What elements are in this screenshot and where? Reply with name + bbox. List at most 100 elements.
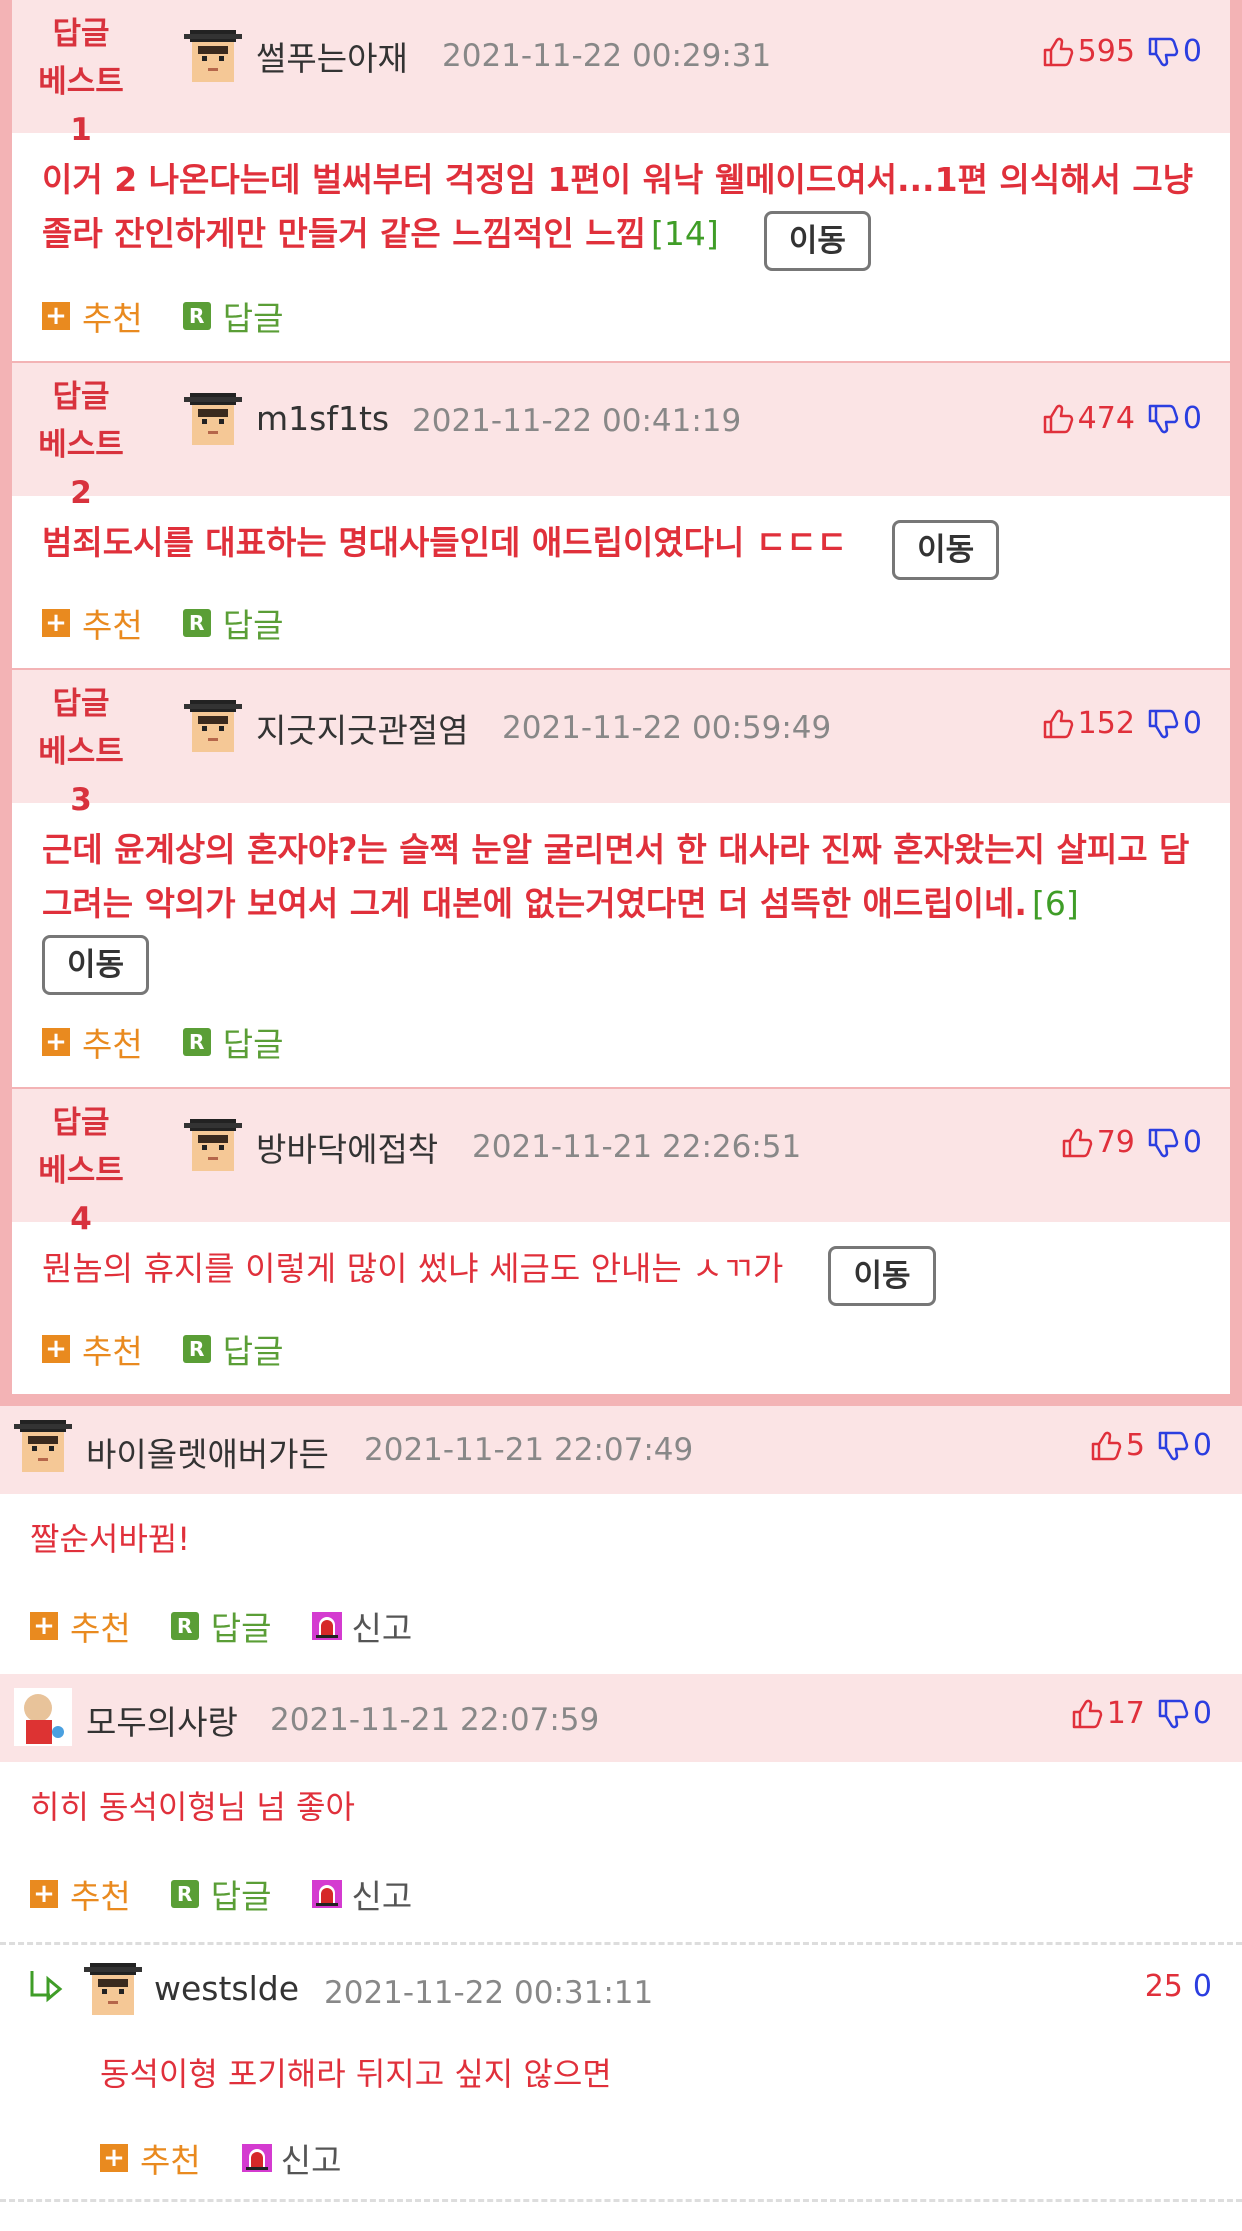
avatar[interactable] — [14, 1418, 72, 1476]
comment-date: 2021-11-21 22:26:51 — [472, 1129, 802, 1165]
thumbs-up-icon[interactable] — [1042, 36, 1074, 68]
recommend-button[interactable]: + 추천 — [42, 1325, 143, 1373]
comment-text: 이거 2 나온다는데 벌써부터 걱정임 1편이 워낙 웰메이드여서...1편 의… — [42, 160, 1194, 253]
comment-list: 바이올렛애버가든 2021-11-21 22:07:49 5 0 짤순서바뀜! … — [0, 1406, 1242, 2202]
avatar[interactable] — [84, 1961, 142, 2019]
recommend-button[interactable]: + 추천 — [30, 1870, 131, 1918]
best-comment-header: 답글 베스트2 m1sf1ts 2021-11-22 00:41:19 474 … — [12, 363, 1230, 511]
vote-counts: 17 0 — [1071, 1696, 1212, 1731]
reply-button[interactable]: R 답글 — [170, 1602, 271, 1650]
best-comment-2: 답글 베스트2 m1sf1ts 2021-11-22 00:41:19 474 … — [12, 363, 1230, 670]
upvote-count: 5 — [1125, 1428, 1145, 1463]
comment-actions: + 추천 R 답글 — [12, 271, 1230, 361]
recommend-button[interactable]: + 추천 — [42, 292, 143, 340]
comment-date: 2021-11-21 22:07:49 — [364, 1432, 694, 1468]
downvote-count[interactable]: 0 — [1193, 1969, 1212, 2004]
report-button[interactable]: 신고 — [241, 2134, 342, 2182]
reply-actions: + 추천 신고 — [0, 2117, 1242, 2199]
reply-icon: R — [170, 1880, 199, 1908]
move-button[interactable]: 이동 — [892, 519, 1000, 580]
vote-counts: 152 0 — [1042, 706, 1202, 741]
thumbs-up-icon[interactable] — [1090, 1430, 1122, 1462]
upvote-count[interactable]: 25 — [1145, 1969, 1183, 2004]
downvote-count: 0 — [1182, 401, 1202, 436]
best-badge-rank: 베스트3 — [38, 734, 124, 818]
reply-count[interactable]: [6] — [1032, 884, 1079, 923]
upvote-count: 17 — [1106, 1696, 1145, 1731]
avatar[interactable] — [14, 1688, 72, 1746]
plus-icon: + — [30, 1879, 58, 1909]
reply-icon: R — [182, 1028, 211, 1056]
plus-icon: + — [42, 1334, 70, 1364]
report-button[interactable]: 신고 — [311, 1870, 412, 1918]
nickname[interactable]: 방바닥에접착 — [256, 1123, 438, 1171]
comment-text: 근데 윤계상의 혼자야?는 슬쩍 눈알 굴리면서 한 대사라 진짜 혼자왔는지 … — [42, 830, 1190, 923]
comment-actions: + 추천 R 답글 — [12, 997, 1230, 1087]
best-badge: 답글 베스트4 — [30, 1099, 132, 1243]
reply-button[interactable]: R 답글 — [182, 1018, 284, 1066]
upvote-count: 595 — [1077, 34, 1135, 69]
avatar[interactable] — [184, 28, 242, 86]
downvote-count: 0 — [1182, 34, 1202, 69]
nickname[interactable]: 바이올렛애버가든 — [86, 1428, 329, 1476]
thumbs-up-icon[interactable] — [1071, 1698, 1103, 1730]
thumbs-down-icon[interactable] — [1157, 1430, 1189, 1462]
downvote-count: 0 — [1192, 1696, 1212, 1731]
recommend-label: 추천 — [82, 299, 143, 338]
nickname[interactable]: m1sf1ts — [256, 399, 389, 438]
move-button[interactable]: 이동 — [763, 210, 871, 271]
reply-button[interactable]: R 답글 — [182, 1325, 284, 1373]
comment-date: 2021-11-22 00:31:11 — [324, 1975, 654, 2011]
recommend-button[interactable]: + 추천 — [30, 1602, 131, 1650]
move-button[interactable]: 이동 — [828, 1245, 936, 1306]
upvote-count: 79 — [1096, 1125, 1135, 1160]
recommend-button[interactable]: + 추천 — [42, 1018, 143, 1066]
comment-actions: + 추천 R 답글 — [12, 1304, 1230, 1394]
best-badge-label: 답글 — [52, 1105, 110, 1141]
avatar[interactable] — [184, 1117, 242, 1175]
thumbs-down-icon[interactable] — [1157, 1698, 1189, 1730]
thumbs-up-icon[interactable] — [1061, 1127, 1093, 1159]
thumbs-down-icon[interactable] — [1147, 403, 1179, 435]
avatar[interactable] — [184, 698, 242, 756]
nickname[interactable]: 썰푸는아재 — [256, 32, 408, 80]
reply-label: 답글 — [222, 1332, 284, 1371]
thumbs-down-icon[interactable] — [1147, 36, 1179, 68]
comment-date: 2021-11-22 00:59:49 — [502, 710, 832, 746]
recommend-label: 추천 — [70, 1609, 131, 1648]
comment-body: 짤순서바뀜! — [0, 1494, 1242, 1578]
best-comment-1: 답글 베스트1 썰푸는아재 2021-11-22 00:29:31 595 0 … — [12, 0, 1230, 363]
recommend-button[interactable]: + 추천 — [42, 599, 143, 647]
thumbs-up-icon[interactable] — [1042, 403, 1074, 435]
comment-item: 모두의사랑 2021-11-21 22:07:59 17 0 히히 동석이형님 … — [0, 1674, 1242, 1942]
best-badge-rank: 베스트1 — [38, 64, 124, 148]
move-button[interactable]: 이동 — [42, 935, 150, 995]
reply-arrow-icon — [30, 1971, 63, 2003]
comment-actions: + 추천 R 답글 신고 — [0, 1578, 1242, 1674]
report-label: 신고 — [280, 2141, 342, 2180]
reply-count[interactable]: [14] — [651, 214, 719, 253]
comment-actions: + 추천 R 답글 — [12, 578, 1230, 668]
best-comments-section: 답글 베스트1 썰푸는아재 2021-11-22 00:29:31 595 0 … — [0, 0, 1242, 1406]
reply-button[interactable]: R 답글 — [182, 599, 283, 647]
comment-date: 2021-11-22 00:41:19 — [412, 403, 742, 439]
reply-button[interactable]: R 답글 — [182, 292, 283, 340]
comment-text: 범죄도시를 대표하는 명대사들인데 애드립이였다니 ㄷㄷㄷ — [42, 523, 847, 562]
reply-button[interactable]: R 답글 — [170, 1870, 271, 1918]
reply-label: 답글 — [222, 1025, 284, 1064]
thumbs-up-icon[interactable] — [1042, 708, 1074, 740]
nickname[interactable]: 지긋지긋관절염 — [256, 704, 469, 752]
nickname[interactable]: westslde — [154, 1969, 299, 2008]
report-button[interactable]: 신고 — [311, 1602, 412, 1650]
thumbs-down-icon[interactable] — [1147, 708, 1179, 740]
reply-icon: R — [182, 609, 211, 637]
nickname[interactable]: 모두의사랑 — [86, 1696, 238, 1744]
comment-body: 근데 윤계상의 혼자야?는 슬쩍 눈알 굴리면서 한 대사라 진짜 혼자왔는지 … — [12, 803, 1230, 997]
recommend-button[interactable]: + 추천 — [100, 2134, 201, 2182]
plus-icon: + — [42, 608, 70, 638]
plus-icon: + — [42, 1027, 70, 1057]
best-comment-header: 답글 베스트4 방바닥에접착 2021-11-21 22:26:51 79 0 — [12, 1089, 1230, 1237]
thumbs-down-icon[interactable] — [1147, 1127, 1179, 1159]
avatar[interactable] — [184, 391, 242, 449]
reply-header: westslde 2021-11-22 00:31:11 25 0 — [0, 1945, 1242, 2033]
